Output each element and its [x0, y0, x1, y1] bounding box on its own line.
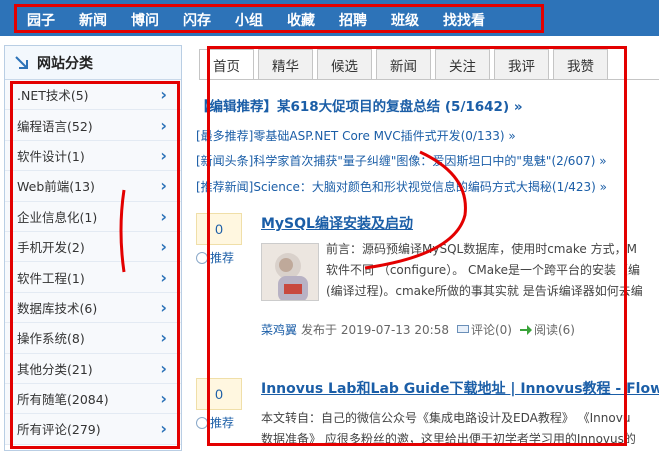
news-headline-link[interactable]: [新闻头条]科学家首次捕获"量子纠缠"图像：爱因斯坦口中的"鬼魅"(2/607)…	[196, 152, 607, 169]
sidebar-item-all-comments[interactable]: 所有评论(279) ›	[5, 414, 181, 445]
sidebar-item-label: 企业信息化(1)	[17, 209, 98, 225]
sidebar-item-label: Web前端(13)	[17, 179, 95, 195]
chevron-right-icon: ›	[160, 237, 167, 257]
sidebar-item-programming[interactable]: 编程语言(52) ›	[5, 110, 181, 141]
chevron-right-icon: ›	[160, 145, 167, 165]
chevron-right-icon: ›	[160, 389, 167, 409]
thumbs-up-icon	[196, 251, 208, 264]
nav-item-news[interactable]: 新闻	[79, 10, 107, 30]
recommended-news-link[interactable]: [推荐新闻]Science：大脑对颜色和形状视觉信息的编码方式大揭秘(1/423…	[196, 178, 607, 195]
sidebar-item-label: 其他分类(21)	[17, 361, 93, 377]
nav-item-yuanzi[interactable]: 园子	[27, 10, 55, 30]
comment-icon	[456, 324, 469, 333]
sidebar-item-software-engineering[interactable]: 软件工程(1) ›	[5, 262, 181, 293]
summary-line: 前言：源码预编译MySQL数据库，使用时cmake 方式，M	[326, 242, 637, 256]
sidebar-item-label: 数据库技术(6)	[17, 300, 98, 316]
vote-box: 0 推荐	[196, 378, 248, 431]
post-summary: 本文转自：自己的微信公众号《集成电路设计及EDA教程》 《Innovu 数据准备…	[261, 408, 636, 450]
sidebar-item-other[interactable]: 其他分类(21) ›	[5, 353, 181, 384]
sidebar-item-database[interactable]: 数据库技术(6) ›	[5, 292, 181, 324]
nav-item-groups[interactable]: 小组	[235, 10, 263, 30]
sidebar-item-label: 软件设计(1)	[17, 148, 85, 164]
post-summary: 前言：源码预编译MySQL数据库，使用时cmake 方式，M 软件不同 （con…	[326, 239, 643, 302]
top-nav-bar: 园子 新闻 博问 闪存 小组 收藏 招聘 班级 找找看	[0, 0, 659, 36]
nav-item-jobs[interactable]: 招聘	[339, 10, 367, 30]
chevron-right-icon: ›	[160, 419, 167, 439]
sidebar-item-label: 编程语言(52)	[17, 118, 93, 134]
tab-home[interactable]: 首页	[199, 49, 254, 80]
tab-my-likes[interactable]: 我赞	[553, 49, 608, 79]
sidebar-item-mobile[interactable]: 手机开发(2) ›	[5, 231, 181, 263]
recommend-button[interactable]: 推荐	[196, 414, 248, 431]
chevron-right-icon: ›	[160, 328, 167, 348]
sidebar-item-label: 手机开发(2)	[17, 240, 85, 256]
post-title[interactable]: MySQL编译安装及启动	[261, 213, 413, 233]
summary-line: 本文转自：自己的微信公众号《集成电路设计及EDA教程》 《Innovu	[261, 411, 631, 425]
sidebar-title: 网站分类	[37, 55, 93, 72]
summary-line: 软件不同 （configure）。 CMake是一个跨平台的安装（编	[326, 263, 640, 277]
top-nav-menu: 园子 新闻 博问 闪存 小组 收藏 招聘 班级 找找看	[15, 6, 544, 33]
post-title[interactable]: Innovus Lab和Lab Guide下载地址 | Innovus教程 - …	[261, 378, 659, 398]
chevron-right-icon: ›	[160, 297, 167, 317]
sidebar-item-label: 所有随笔(2084)	[17, 392, 109, 408]
chevron-right-icon: ›	[160, 115, 167, 135]
sidebar-item-software-design[interactable]: 软件设计(1) ›	[5, 140, 181, 172]
post-date: 发布于 2019-07-13 20:58	[301, 323, 449, 337]
avatar-image	[262, 244, 318, 300]
summary-line: 数据准备》 应很多粉丝的邀，这里给出便于初学者学习用的Innovus的	[261, 432, 636, 446]
read-count[interactable]: 阅读(6)	[534, 321, 575, 338]
tab-news[interactable]: 新闻	[376, 49, 431, 79]
tab-candidates[interactable]: 候选	[317, 49, 372, 79]
nav-item-search[interactable]: 找找看	[443, 10, 485, 30]
site-category-sidebar: 网站分类 .NET技术(5) › 编程语言(52) › 软件设计(1) › Web前端…	[4, 45, 182, 451]
sidebar-item-all-posts[interactable]: 所有随笔(2084) ›	[5, 383, 181, 415]
sidebar-header: 网站分类	[5, 46, 181, 80]
post-author[interactable]: 菜鸡翼	[261, 321, 297, 338]
sidebar-item-dotnet[interactable]: .NET技术(5) ›	[5, 80, 181, 111]
arrow-down-right-icon	[15, 55, 28, 69]
chevron-right-icon: ›	[160, 358, 167, 378]
vote-count: 0	[196, 213, 242, 245]
sidebar-item-label: 软件工程(1)	[17, 270, 85, 286]
tab-divider	[199, 79, 659, 80]
nav-item-flash[interactable]: 闪存	[183, 10, 211, 30]
thumbs-up-icon	[196, 416, 208, 429]
chevron-right-icon: ›	[160, 176, 167, 196]
post-footer: 菜鸡翼 发布于 2019-07-13 20:58 评论(0) 阅读(6)	[261, 321, 575, 338]
nav-item-favorites[interactable]: 收藏	[287, 10, 315, 30]
read-arrow-icon	[519, 324, 532, 335]
author-avatar[interactable]	[261, 243, 319, 301]
sidebar-item-label: 所有评论(279)	[17, 422, 101, 438]
sidebar-item-label: .NET技术(5)	[17, 88, 89, 104]
sidebar-item-web-frontend[interactable]: Web前端(13) ›	[5, 171, 181, 202]
comment-count[interactable]: 评论(0)	[471, 321, 512, 338]
chevron-right-icon: ›	[160, 206, 167, 226]
recommend-link[interactable]: [最多推荐]零基础ASP.NET Core MVC插件式开发(0/133) »	[196, 127, 516, 144]
recommend-button[interactable]: 推荐	[196, 249, 248, 266]
sidebar-item-enterprise[interactable]: 企业信息化(1) ›	[5, 201, 181, 232]
chevron-right-icon: ›	[160, 85, 167, 105]
summary-line: (编译过程)。cmake所做的事其实就 是告诉编译器如何去编	[326, 284, 643, 298]
feed-tabs: 首页 精华 候选 新闻 关注 我评 我赞	[199, 49, 612, 80]
recommend-label: 推荐	[210, 416, 235, 430]
sidebar-item-os[interactable]: 操作系统(8) ›	[5, 323, 181, 354]
main-content: 首页 精华 候选 新闻 关注 我评 我赞 【编辑推荐】某618大促项目的复盘总结…	[190, 45, 659, 456]
editor-pick-link[interactable]: 【编辑推荐】某618大促项目的复盘总结 (5/1642) »	[196, 95, 523, 115]
recommend-label: 推荐	[210, 251, 235, 265]
tab-following[interactable]: 关注	[435, 49, 490, 79]
vote-count: 0	[196, 378, 242, 410]
tab-my-comments[interactable]: 我评	[494, 49, 549, 79]
nav-item-classes[interactable]: 班级	[391, 10, 419, 30]
vote-box: 0 推荐	[196, 213, 248, 266]
chevron-right-icon: ›	[160, 267, 167, 287]
sidebar-item-label: 操作系统(8)	[17, 331, 85, 347]
tab-featured[interactable]: 精华	[258, 49, 313, 79]
nav-item-questions[interactable]: 博问	[131, 10, 159, 30]
